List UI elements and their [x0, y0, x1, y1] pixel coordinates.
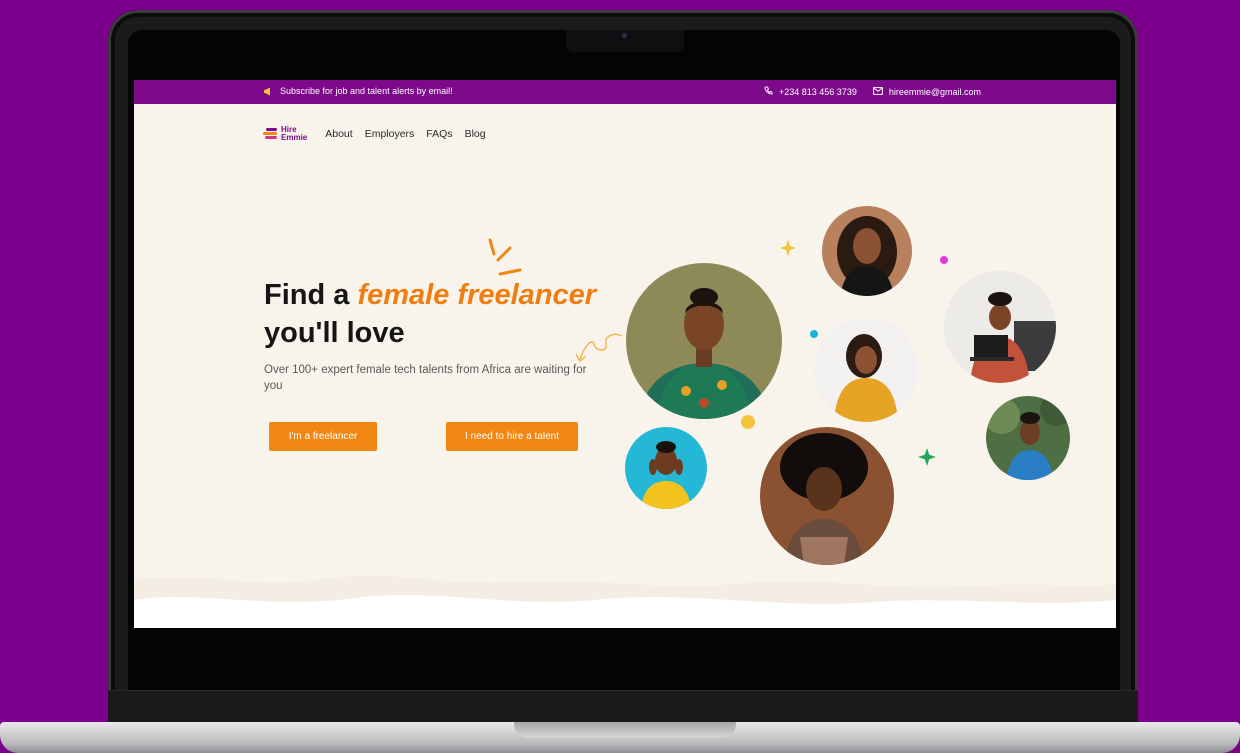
top-announcement-bar: Subscribe for job and talent alerts by e… — [134, 80, 1116, 104]
contact-phone[interactable]: +234 813 456 3739 — [764, 86, 857, 97]
laptop-thumb-notch — [514, 722, 736, 738]
sparkle-green-icon — [918, 448, 936, 466]
nav-item-blog[interactable]: Blog — [465, 128, 486, 140]
hero-title-part1: Find a — [264, 279, 358, 311]
hire-talent-button[interactable]: I need to hire a talent — [446, 422, 578, 451]
subscribe-text[interactable]: Subscribe for job and talent alerts by e… — [280, 86, 453, 96]
mail-icon — [872, 86, 883, 97]
subscribe-alert[interactable]: Subscribe for job and talent alerts by e… — [264, 86, 453, 96]
decor-dot-cyan — [810, 330, 818, 338]
hero-title: Find a female freelancer you'll love — [264, 276, 596, 352]
email-address[interactable]: hireemmie@gmail.com — [889, 87, 981, 97]
freelancer-photo-large — [626, 263, 782, 419]
hero-title-part2: you'll love — [264, 317, 405, 349]
nav-item-employers[interactable]: Employers — [365, 128, 415, 140]
curly-arrow-icon — [575, 333, 623, 363]
freelancer-photo-top — [822, 206, 912, 296]
hero-subtitle: Over 100+ expert female tech talents fro… — [264, 364, 587, 392]
logo-icon — [262, 127, 278, 141]
hero-title-accent: female freelancer — [357, 279, 597, 311]
main-navigation: Hire Emmie About Employers FAQs Blog — [262, 123, 498, 145]
freelancer-photo-green — [986, 396, 1070, 480]
brand-logo[interactable]: Hire Emmie — [262, 126, 307, 142]
freelancer-photo-laptop — [944, 271, 1056, 383]
freelancer-button[interactable]: I'm a freelancer — [269, 422, 377, 451]
decor-dot-magenta — [940, 256, 948, 264]
freelancer-photo-cyan — [625, 427, 707, 509]
browser-screen: Subscribe for job and talent alerts by e… — [134, 80, 1116, 628]
nav-item-faqs[interactable]: FAQs — [426, 128, 452, 140]
decor-dot-yellow — [741, 415, 755, 429]
nav-item-about[interactable]: About — [325, 128, 352, 140]
brand-line2: Emmie — [281, 133, 308, 142]
camera-icon — [622, 33, 627, 38]
phone-number[interactable]: +234 813 456 3739 — [779, 87, 857, 97]
bottom-wave-decoration — [134, 575, 1116, 628]
freelancer-photo-yellow — [814, 318, 918, 422]
contact-email[interactable]: hireemmie@gmail.com — [872, 86, 981, 97]
sparkle-yellow-icon — [780, 240, 796, 256]
megaphone-icon — [264, 87, 274, 96]
phone-icon — [764, 86, 773, 97]
freelancer-photo-afro — [760, 427, 894, 565]
